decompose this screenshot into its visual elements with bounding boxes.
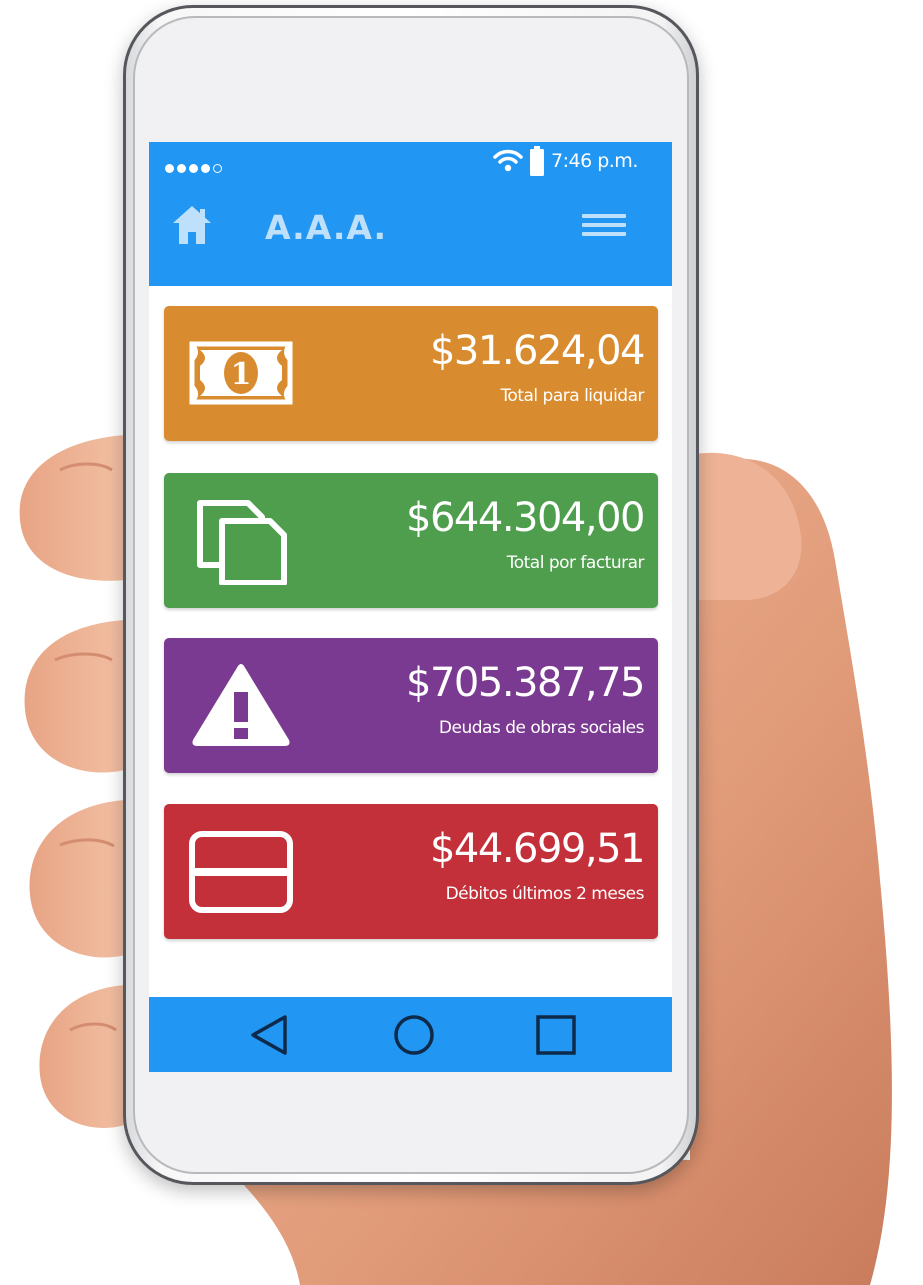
summary-card-total-por-facturar[interactable]: $644.304,00 Total por facturar <box>164 473 658 608</box>
card-amount: $705.387,75 <box>406 660 645 706</box>
card-amount: $31.624,04 <box>429 328 646 374</box>
summary-card-debitos-ultimos-meses[interactable]: $44.699,51 Débitos últimos 2 meses <box>164 804 658 939</box>
status-time: 7:46 p.m. <box>551 150 638 172</box>
home-icon[interactable] <box>171 204 213 246</box>
card-caption: Débitos últimos 2 meses <box>445 884 645 904</box>
summary-card-deudas-obras-sociales[interactable]: $705.387,75 Deudas de obras sociales <box>164 638 658 773</box>
wifi-icon <box>493 149 523 172</box>
status-bar: 7:46 p.m. <box>149 142 672 192</box>
back-icon[interactable] <box>244 1010 294 1060</box>
recent-apps-icon[interactable] <box>531 1010 581 1060</box>
documents-icon <box>197 500 287 585</box>
svg-text:1: 1 <box>231 357 252 392</box>
banknote-icon: 1 <box>189 341 293 405</box>
phone-screen: 7:46 p.m. A.A.A. 1 $31.624,04 Total para… <box>149 142 672 1072</box>
card-amount: $644.304,00 <box>406 495 645 541</box>
summary-card-total-para-liquidar[interactable]: 1 $31.624,04 Total para liquidar <box>164 306 658 441</box>
credit-card-icon <box>189 831 293 913</box>
warning-icon <box>192 664 290 746</box>
battery-icon <box>530 146 544 176</box>
card-amount: $44.699,51 <box>429 826 646 872</box>
hamburger-menu-icon[interactable] <box>582 214 626 246</box>
home-circle-icon[interactable] <box>389 1010 439 1060</box>
card-caption: Deudas de obras sociales <box>438 718 645 738</box>
system-nav-bar <box>149 997 672 1072</box>
card-caption: Total para liquidar <box>500 386 644 406</box>
app-title: A.A.A. <box>265 208 388 247</box>
signal-strength-icon <box>165 164 222 173</box>
card-caption: Total por facturar <box>506 553 645 573</box>
app-header: A.A.A. <box>149 192 672 286</box>
